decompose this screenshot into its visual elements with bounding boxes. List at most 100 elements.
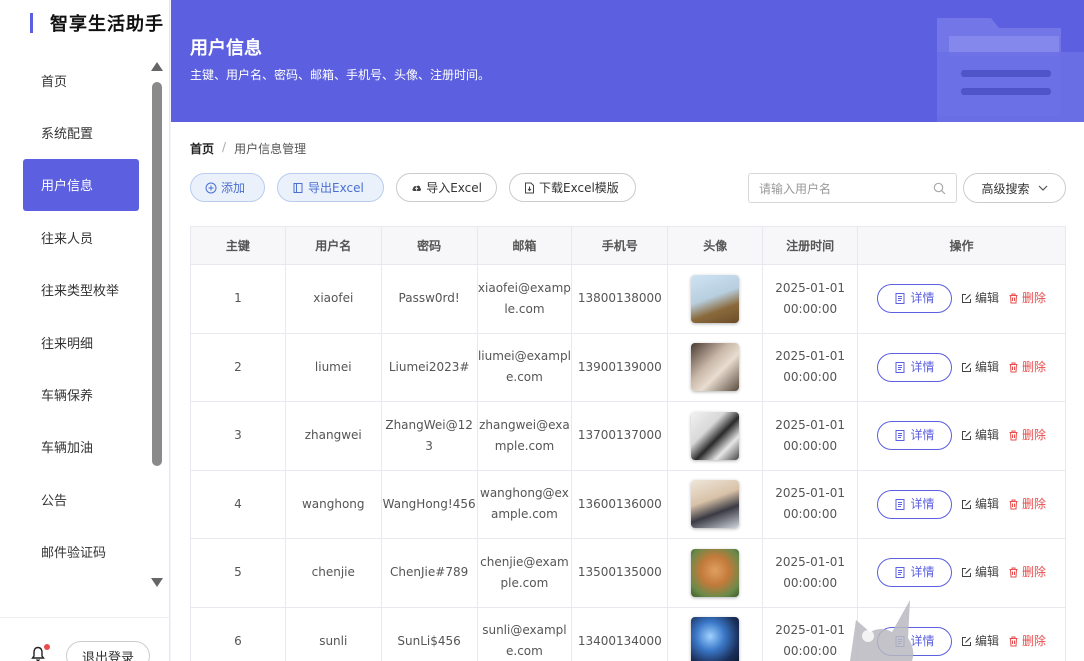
detail-button[interactable]: 详情: [877, 489, 953, 519]
add-label: 添加: [221, 181, 246, 195]
detail-label: 详情: [910, 565, 935, 580]
edit-label: 编辑: [975, 291, 1000, 306]
document-download-icon: [525, 182, 534, 193]
table-header-row: 主键 用户名 密码 邮箱 手机号 头像 注册时间 操作: [190, 226, 1066, 265]
delete-button[interactable]: 删除: [1008, 357, 1046, 378]
avatar[interactable]: [691, 548, 740, 597]
cell-register-time: 2025-01-01 00:00:00: [762, 332, 859, 402]
delete-button[interactable]: 删除: [1008, 631, 1046, 652]
edit-label: 编辑: [975, 633, 1000, 648]
cell-password: Passw0rd!: [380, 264, 478, 334]
delete-label: 删除: [1022, 565, 1047, 580]
page-title: 用户信息: [190, 38, 262, 59]
row-actions: 详情 编辑 删除: [858, 558, 1065, 588]
avatar[interactable]: [691, 274, 740, 323]
sidebar-item-contact-types[interactable]: 往来类型枚举: [23, 264, 139, 316]
edit-button[interactable]: 编辑: [961, 357, 999, 378]
cell-phone: 13500135000: [571, 538, 669, 608]
import-excel-button[interactable]: 导入Excel: [396, 173, 497, 202]
main-content: 首页 / 用户信息管理 添加 导出Excel 导入Excel 下载Excel模版…: [171, 122, 1084, 661]
delete-label: 删除: [1022, 428, 1047, 443]
logout-button[interactable]: 退出登录: [66, 641, 150, 661]
document-icon: [895, 567, 905, 579]
sidebar-item-announcement[interactable]: 公告: [23, 473, 139, 525]
cell-phone: 13600136000: [571, 469, 669, 539]
document-icon: [895, 361, 905, 373]
cell-id: 4: [190, 469, 286, 539]
edit-button[interactable]: 编辑: [961, 494, 999, 515]
edit-label: 编辑: [975, 496, 1000, 511]
sidebar-item-vehicle-maintenance[interactable]: 车辆保养: [23, 368, 139, 420]
avatar[interactable]: [691, 343, 740, 392]
chevron-down-icon: [1038, 185, 1047, 191]
cell-password: SunLi$456: [380, 606, 478, 661]
register-time: 00:00:00: [783, 575, 838, 590]
detail-button[interactable]: 详情: [877, 421, 953, 451]
template-label: 下载Excel模版: [539, 181, 619, 195]
column-header-phone: 手机号: [571, 226, 669, 265]
detail-button[interactable]: 详情: [877, 352, 953, 382]
detail-button[interactable]: 详情: [877, 284, 953, 314]
scroll-thumb[interactable]: [152, 82, 162, 466]
scroll-down-icon[interactable]: [151, 578, 163, 587]
edit-button[interactable]: 编辑: [961, 425, 999, 446]
row-actions: 详情 编辑 删除: [858, 284, 1065, 314]
cell-username: wanghong: [284, 469, 382, 539]
cell-email: chenjie@example.com: [476, 538, 573, 608]
search-icon[interactable]: [933, 182, 946, 195]
row-actions: 详情 编辑 删除: [858, 421, 1065, 451]
avatar[interactable]: [691, 617, 740, 661]
cell-phone: 13900139000: [571, 332, 669, 402]
trash-icon: [1009, 499, 1018, 510]
register-date: 2025-01-01: [775, 349, 846, 364]
edit-icon: [962, 636, 972, 646]
breadcrumb-current: 用户信息管理: [234, 142, 307, 156]
sidebar-item-system-config[interactable]: 系统配置: [23, 106, 139, 158]
search-input[interactable]: 请输入用户名: [748, 173, 957, 203]
breadcrumb-home[interactable]: 首页: [190, 140, 214, 157]
cell-username: chenjie: [284, 538, 382, 608]
export-excel-button[interactable]: 导出Excel: [277, 173, 384, 202]
cell-password: Liumei2023#: [380, 332, 478, 402]
edit-button[interactable]: 编辑: [961, 288, 999, 309]
advanced-search-label: 高级搜索: [981, 181, 1030, 196]
advanced-search-button[interactable]: 高级搜索: [963, 173, 1066, 203]
sidebar-scrollbar[interactable]: [151, 62, 163, 587]
edit-label: 编辑: [975, 565, 1000, 580]
avatar[interactable]: [691, 480, 740, 529]
cell-avatar: [667, 401, 764, 471]
delete-button[interactable]: 删除: [1008, 288, 1046, 309]
edit-button[interactable]: 编辑: [961, 631, 999, 652]
sidebar-item-home[interactable]: 首页: [23, 54, 139, 106]
edit-icon: [962, 568, 972, 578]
add-button[interactable]: 添加: [190, 173, 265, 202]
avatar[interactable]: [691, 411, 740, 460]
delete-label: 删除: [1022, 633, 1047, 648]
delete-button[interactable]: 删除: [1008, 494, 1046, 515]
sidebar-item-user-info[interactable]: 用户信息: [23, 158, 139, 212]
sidebar-item-contact-details[interactable]: 往来明细: [23, 316, 139, 368]
delete-button[interactable]: 删除: [1008, 562, 1046, 583]
cell-username: xiaofei: [284, 264, 382, 334]
scroll-up-icon[interactable]: [151, 62, 163, 71]
sidebar-item-email-code[interactable]: 邮件验证码: [23, 526, 139, 578]
detail-button[interactable]: 详情: [877, 558, 953, 588]
cell-email: sunli@example.com: [476, 606, 573, 661]
cell-register-time: 2025-01-01 00:00:00: [762, 538, 859, 608]
cell-id: 6: [190, 606, 286, 661]
breadcrumb: 首页 / 用户信息管理: [190, 140, 306, 157]
table-row: 1 xiaofei Passw0rd! xiaofei@example.com 1380…: [190, 264, 1066, 334]
download-template-button[interactable]: 下载Excel模版: [509, 173, 636, 202]
sidebar-item-contacts[interactable]: 往来人员: [23, 211, 139, 263]
edit-button[interactable]: 编辑: [961, 562, 999, 583]
delete-button[interactable]: 删除: [1008, 425, 1046, 446]
brand-accent-bar: [30, 13, 33, 33]
cell-username: liumei: [284, 332, 382, 402]
cell-id: 1: [190, 264, 286, 334]
sidebar-menu: 首页 系统配置 用户信息 往来人员 往来类型枚举 往来明细 车辆保养 车辆加油 …: [23, 54, 139, 578]
sidebar-item-vehicle-refuel[interactable]: 车辆加油: [23, 421, 139, 473]
register-time: 00:00:00: [783, 438, 838, 453]
plus-circle-icon: [205, 182, 217, 193]
detail-label: 详情: [910, 496, 935, 511]
register-date: 2025-01-01: [775, 623, 846, 638]
